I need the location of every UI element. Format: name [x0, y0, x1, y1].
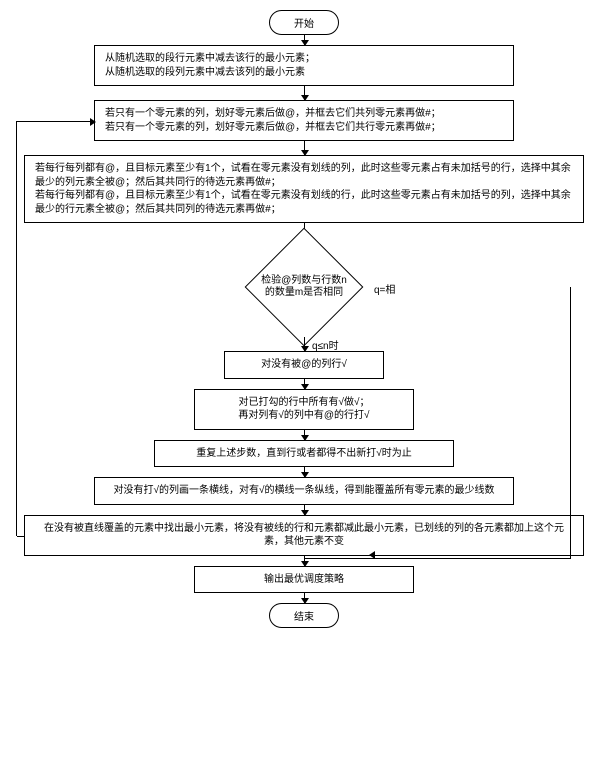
step7-text: 对没有打√的列画一条横线，对有√的横线一条纵线，得到能覆盖所有零元素的最少线数	[114, 485, 495, 496]
end-label: 结束	[294, 612, 314, 623]
process-step7: 对没有打√的列画一条横线，对有√的横线一条纵线，得到能覆盖所有零元素的最少线数	[94, 477, 514, 505]
step1-text: 从随机选取的段行元素中减去该行的最小元素； 从随机选取的段列元素中减去该列的最小…	[105, 53, 315, 78]
process-step1: 从随机选取的段行元素中减去该行的最小元素； 从随机选取的段列元素中减去该列的最小…	[94, 45, 514, 86]
process-step6: 重复上述步数，直到行或者都得不出新打√时为止	[154, 440, 454, 468]
step8-text: 在没有被直线覆盖的元素中找出最小元素，将没有被线的行和元素都减此最小元素，已划线…	[44, 523, 564, 548]
step9-text: 输出最优调度策略	[264, 574, 344, 585]
terminator-start: 开始	[269, 10, 339, 35]
arrow	[304, 467, 305, 477]
arrow	[304, 337, 305, 351]
arrow	[304, 379, 305, 389]
process-step3: 若每行每列都有@，且目标元素至少有1个，试看在零元素没有划线的列，此时这些零元素…	[24, 155, 584, 223]
arrow	[304, 35, 305, 45]
step4-text: 对没有被@的列行√	[261, 359, 347, 370]
decision-node: 检验@列数与行数n的数量m是否相同 q=相 q≤n时	[234, 237, 374, 337]
process-step9: 输出最优调度策略	[194, 566, 414, 594]
decision-text: 检验@列数与行数n的数量m是否相同	[259, 275, 349, 300]
branch-label-yes: q=相	[374, 281, 395, 296]
arrow	[304, 430, 305, 440]
arrow	[304, 86, 305, 100]
step5-text: 对已打勾的行中所有有√做√； 再对列有√的列中有@的行打√	[238, 397, 369, 422]
arrow	[304, 593, 305, 603]
arrow	[304, 556, 305, 566]
step3-text: 若每行每列都有@，且目标元素至少有1个，试看在零元素没有划线的列，此时这些零元素…	[35, 163, 571, 215]
start-label: 开始	[294, 19, 314, 30]
branch-label-no: q≤n时	[312, 337, 339, 352]
arrow	[304, 505, 305, 515]
process-step4: 对没有被@的列行√	[224, 351, 384, 379]
step2-text: 若只有一个零元素的列，划好零元素后做@，并框去它们共列零元素再做#； 若只有一个…	[105, 108, 441, 133]
process-step8: 在没有被直线覆盖的元素中找出最小元素，将没有被线的行和元素都减此最小元素，已划线…	[24, 515, 584, 556]
process-step5: 对已打勾的行中所有有√做√； 再对列有√的列中有@的行打√	[194, 389, 414, 430]
arrow	[304, 141, 305, 155]
terminator-end: 结束	[269, 603, 339, 628]
process-step2: 若只有一个零元素的列，划好零元素后做@，并框去它们共列零元素再做#； 若只有一个…	[94, 100, 514, 141]
step6-text: 重复上述步数，直到行或者都得不出新打√时为止	[196, 448, 412, 459]
